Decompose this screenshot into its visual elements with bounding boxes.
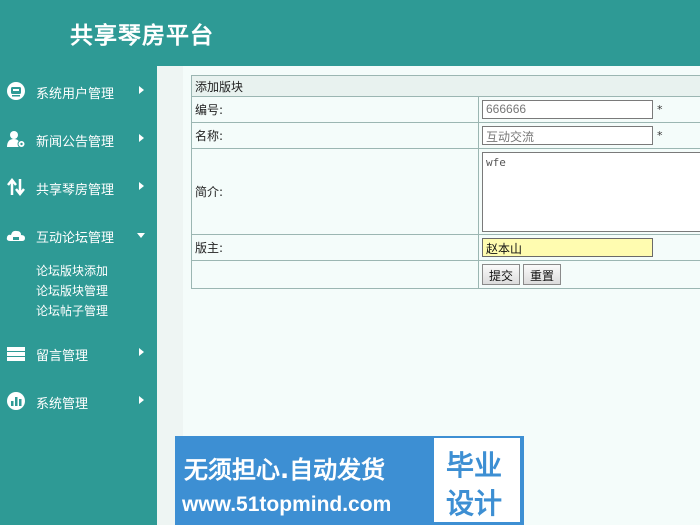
actions-spacer [191, 260, 479, 289]
sidebar-item-label: 系统管理 [36, 397, 89, 412]
chevron-right-icon [139, 348, 144, 356]
sidebar-item-news-management[interactable]: 新闻公告管理 [0, 124, 157, 154]
sidebar-item-forum-management[interactable]: 互动论坛管理 [0, 220, 157, 250]
sidebar-item-label: 系统用户管理 [36, 87, 115, 102]
banner-tag-line1: 毕业 [446, 449, 503, 482]
code-label: 编号: [191, 96, 479, 123]
sidebar: 系统用户管理 新闻公告管理 共享琴房管理 互动论坛管理 论坛版块添加 论坛版块管… [0, 66, 157, 525]
required-mark: * [657, 129, 663, 142]
banner-url: www.51topmind.com [182, 493, 392, 516]
chevron-right-icon [139, 134, 144, 142]
reset-button[interactable]: 重置 [523, 264, 562, 285]
form-title: 添加版块 [191, 75, 700, 97]
form-row-moderator: 版主: 赵本山 [191, 234, 700, 261]
sidebar-item-label: 互动论坛管理 [36, 231, 115, 246]
chevron-down-icon [137, 233, 145, 238]
top-header: 共享琴房平台 [0, 0, 700, 66]
intro-cell: wfe [478, 148, 700, 235]
form-row-intro: 简介: wfe [191, 148, 700, 235]
form-row-code: 编号: 666666 * [191, 96, 700, 123]
app-title: 共享琴房平台 [70, 23, 214, 49]
code-input[interactable]: 666666 [482, 100, 653, 119]
required-mark: * [657, 103, 663, 116]
sidebar-item-label: 共享琴房管理 [36, 183, 115, 198]
submenu-item-manage-posts[interactable]: 论坛帖子管理 [36, 302, 108, 319]
watermark-banner: 无须担心.自动发货 www.51topmind.com 毕业 设计 [175, 436, 524, 525]
sidebar-item-user-management[interactable]: 系统用户管理 [0, 76, 157, 106]
banner-slogan: 无须担心.自动发货 [184, 456, 386, 484]
cloud-icon [6, 225, 26, 245]
sidebar-item-system-management[interactable]: 系统管理 [0, 386, 157, 416]
sidebar-item-label: 留言管理 [36, 349, 89, 364]
name-label: 名称: [191, 122, 479, 149]
user-card-icon [6, 81, 26, 101]
form-row-actions: 提交 重置 [191, 260, 700, 289]
sidebar-item-label: 新闻公告管理 [36, 135, 115, 150]
submenu-item-manage-boards[interactable]: 论坛版块管理 [36, 282, 108, 299]
sidebar-item-message-management[interactable]: 留言管理 [0, 338, 157, 368]
swap-arrows-icon [6, 177, 26, 197]
submenu-item-add-board[interactable]: 论坛版块添加 [36, 262, 108, 279]
actions-cell: 提交 重置 [478, 260, 700, 289]
user-gear-icon [6, 129, 26, 149]
moderator-input[interactable]: 赵本山 [482, 238, 653, 257]
chevron-right-icon [139, 396, 144, 404]
chevron-right-icon [139, 86, 144, 94]
form-row-name: 名称: 互动交流 * [191, 122, 700, 149]
intro-textarea[interactable]: wfe [482, 151, 700, 232]
sidebar-item-piano-room-management[interactable]: 共享琴房管理 [0, 172, 157, 202]
banner-tag-line2: 设计 [446, 487, 503, 520]
chart-icon [6, 391, 26, 411]
banner-tag: 毕业 设计 [434, 438, 520, 522]
intro-label: 简介: [191, 148, 479, 235]
add-board-form: 添加版块 编号: 666666 * 名称: 互动交流 * 简介: wfe 版主: 赵… [191, 75, 700, 289]
moderator-label: 版主: [191, 234, 479, 261]
code-cell: 666666 * [478, 96, 700, 123]
moderator-cell: 赵本山 [478, 234, 700, 261]
name-input[interactable]: 互动交流 [482, 126, 653, 145]
name-cell: 互动交流 * [478, 122, 700, 149]
chevron-right-icon [139, 182, 144, 190]
submit-button[interactable]: 提交 [482, 264, 521, 285]
stack-icon [6, 343, 26, 363]
form-header-row: 添加版块 [191, 75, 700, 97]
